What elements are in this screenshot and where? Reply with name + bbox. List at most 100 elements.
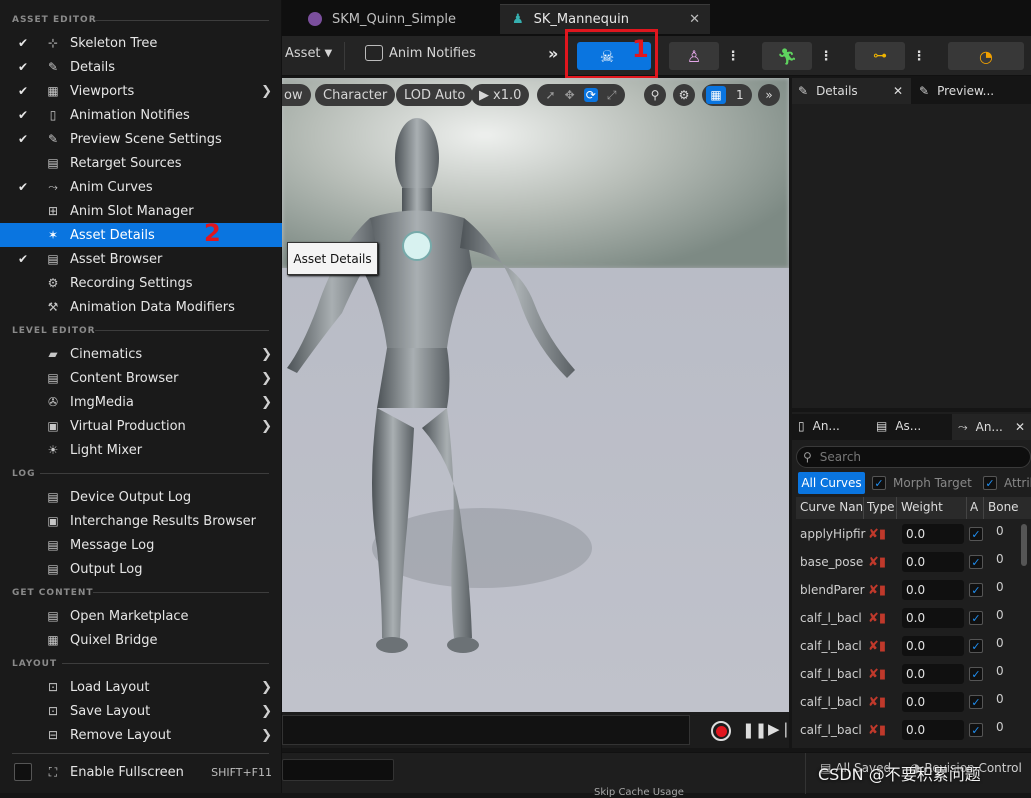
menu-item-details[interactable]: ✔ ✎ Details [0, 55, 282, 79]
character-menu-chip[interactable]: Character [315, 84, 396, 106]
menu-item-light-mixer[interactable]: ☀ Light Mixer [0, 438, 282, 462]
active-checkbox[interactable]: ✓ [969, 583, 983, 597]
filter-all-curves[interactable]: All Curves [798, 472, 865, 494]
menu-item-quixel-bridge[interactable]: ▦ Quixel Bridge [0, 628, 282, 652]
active-checkbox[interactable]: ✓ [969, 695, 983, 709]
tab-anim-curves[interactable]: ⤳ An... ✕ [952, 414, 1031, 440]
menu-item-interchange-results-browser[interactable]: ▣ Interchange Results Browser [0, 509, 282, 533]
menu-item-cinematics[interactable]: ▰ Cinematics ❯ [0, 342, 282, 366]
weight-field[interactable]: 0.0 [902, 720, 964, 740]
weight-field[interactable]: 0.0 [902, 552, 964, 572]
weight-field[interactable]: 0.0 [902, 608, 964, 628]
menu-item-imgmedia[interactable]: ✇ ImgMedia ❯ [0, 390, 282, 414]
active-checkbox[interactable]: ✓ [969, 723, 983, 737]
menu-item-load-layout[interactable]: ⊡ Load Layout ❯ [0, 675, 282, 699]
menu-item-viewports[interactable]: ✔ ▦ Viewports ❯ [0, 79, 282, 103]
column-header[interactable]: Weight [901, 500, 943, 514]
weight-field[interactable]: 0.0 [902, 580, 964, 600]
active-checkbox[interactable]: ✓ [969, 527, 983, 541]
close-icon[interactable]: ✕ [1015, 420, 1025, 434]
menu-item-retarget-sources[interactable]: ▤ Retarget Sources [0, 151, 282, 175]
menu-item-anim-slot-manager[interactable]: ⊞ Anim Slot Manager [0, 199, 282, 223]
asset-menu-button[interactable]: Asset ▼ [285, 46, 332, 61]
weight-field[interactable]: 0.0 [902, 636, 964, 656]
rotate-icon[interactable]: ⟳ [583, 88, 598, 102]
mesh-options-icon[interactable]: ⋮ [723, 42, 743, 70]
anim-notifies-button[interactable]: Anim Notifies [365, 45, 476, 61]
viewport-overflow-icon[interactable]: » [758, 84, 780, 106]
scale-icon[interactable]: ⤢ [607, 88, 617, 103]
playback-speed-chip[interactable]: ▶ x1.0 [471, 84, 530, 106]
active-checkbox[interactable]: ✓ [969, 611, 983, 625]
menu-item-anim-curves[interactable]: ✔ ⤳ Anim Curves [0, 175, 282, 199]
menu-item-message-log[interactable]: ▤ Message Log [0, 533, 282, 557]
filter-morph-target[interactable]: ✓ Morph Target [872, 476, 972, 490]
menu-item-preview-scene-settings[interactable]: ✔ ✎ Preview Scene Settings [0, 127, 282, 151]
timeline-scrubber[interactable] [282, 715, 690, 745]
column-header[interactable]: A [970, 500, 978, 514]
table-row[interactable]: calf_l_bacl ✘▮ 0.0 ✓ 0 [792, 604, 1031, 632]
physics-mode-button[interactable]: ◔ [948, 42, 1024, 70]
menu-item-open-marketplace[interactable]: ▤ Open Marketplace [0, 604, 282, 628]
weight-field[interactable]: 0.0 [902, 692, 964, 712]
table-row[interactable]: calf_l_bacl ✘▮ 0.0 ✓ 0 [792, 716, 1031, 744]
animation-mode-button[interactable]: 🏃︎ [762, 42, 812, 70]
curves-scrollbar[interactable] [1021, 524, 1027, 566]
column-header[interactable]: Curve Nan [800, 500, 863, 514]
animation-options-icon[interactable]: ⋮ [816, 42, 836, 70]
menu-item-virtual-production[interactable]: ▣ Virtual Production ❯ [0, 414, 282, 438]
tab-details[interactable]: ✎ Details ✕ [792, 78, 911, 104]
menu-item-asset-browser[interactable]: ✔ ▤ Asset Browser [0, 247, 282, 271]
table-row[interactable]: applyHipfir ✘▮ 0.0 ✓ 0 [792, 520, 1031, 548]
filter-attribute[interactable]: ✓ Attrib [983, 476, 1031, 490]
preview-viewport[interactable]: ow Character LOD Auto ▶ x1.0 ➚ ✥ ⟳ ⤢ ⚲ ⚙… [282, 78, 789, 712]
overflow-chevron-icon[interactable]: » [548, 44, 558, 63]
record-button[interactable] [711, 721, 731, 741]
fullscreen-checkbox[interactable] [14, 763, 32, 781]
tab-preview-settings[interactable]: ✎ Preview... [913, 78, 1031, 104]
menu-item-content-browser[interactable]: ▤ Content Browser ❯ [0, 366, 282, 390]
grid-snap-group[interactable]: ▦ 1 [702, 84, 752, 106]
menu-item-animation-data-modifiers[interactable]: ⚒ Animation Data Modifiers [0, 295, 282, 319]
active-checkbox[interactable]: ✓ [969, 555, 983, 569]
menu-item-device-output-log[interactable]: ▤ Device Output Log [0, 485, 282, 509]
weight-field[interactable]: 0.0 [902, 524, 964, 544]
curves-search-input[interactable]: ⚲ Search [796, 446, 1031, 468]
weight-field[interactable]: 0.0 [902, 664, 964, 684]
active-checkbox[interactable]: ✓ [969, 639, 983, 653]
table-row[interactable]: calf_l_bacl ✘▮ 0.0 ✓ 0 [792, 660, 1031, 688]
table-row[interactable]: calf_l_bacl ✘▮ 0.0 ✓ 0 [792, 688, 1031, 716]
mesh-mode-button[interactable]: ♙ [669, 42, 719, 70]
pause-icon[interactable]: ❚❚ [742, 721, 767, 739]
menu-item-skeleton-tree[interactable]: ✔ ⊹ Skeleton Tree [0, 31, 282, 55]
menu-item-recording-settings[interactable]: ⚙ Recording Settings [0, 271, 282, 295]
blueprint-options-icon[interactable]: ⋮ [909, 42, 929, 70]
menu-item-asset-details[interactable]: ✶ Asset Details 2 [0, 219, 282, 247]
column-header[interactable]: Bone [988, 500, 1019, 514]
menu-item-animation-notifies[interactable]: ✔ ▯ Animation Notifies [0, 103, 282, 127]
move-icon[interactable]: ✥ [565, 88, 575, 102]
lod-menu-chip[interactable]: LOD Auto [396, 84, 474, 106]
console-input[interactable] [282, 759, 394, 781]
camera-speed-icon[interactable]: ⚲ [644, 84, 666, 106]
table-row[interactable]: calf_l_bacl ✘▮ 0.0 ✓ 0 [792, 632, 1031, 660]
table-row[interactable]: blendParer ✘▮ 0.0 ✓ 0 [792, 576, 1031, 604]
select-icon[interactable]: ➚ [546, 88, 556, 102]
menu-item-save-layout[interactable]: ⊡ Save Layout ❯ [0, 699, 282, 723]
step-forward-icon[interactable]: ▶❘ [768, 720, 792, 738]
menu-item-remove-layout[interactable]: ⊟ Remove Layout ❯ [0, 723, 282, 747]
table-row[interactable]: base_pose ✘▮ 0.0 ✓ 0 [792, 548, 1031, 576]
active-checkbox[interactable]: ✓ [969, 667, 983, 681]
folder-icon: ▤ [47, 371, 59, 385]
menu-item-enable-fullscreen[interactable]: ⛶ Enable Fullscreen SHIFT+F11 [0, 760, 282, 784]
close-icon[interactable]: ✕ [893, 84, 903, 98]
close-icon[interactable]: ✕ [689, 12, 700, 27]
tab-asset-browser[interactable]: ▤ As... [876, 419, 921, 433]
show-menu-chip[interactable]: ow [282, 84, 311, 106]
tab-anim-notifies[interactable]: ▯ An... [798, 419, 840, 433]
menu-item-output-log[interactable]: ▤ Output Log [0, 557, 282, 581]
blueprint-mode-button[interactable]: ⊶ [855, 42, 905, 70]
column-header[interactable]: Type [867, 500, 895, 514]
snap-icon[interactable]: ⚙ [673, 84, 695, 106]
tab-skm-quinn-simple[interactable]: SKM_Quinn_Simple [290, 4, 496, 34]
